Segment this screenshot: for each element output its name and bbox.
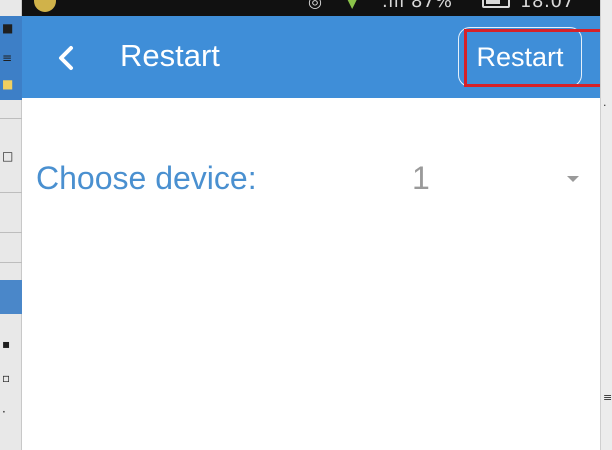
background-divider xyxy=(0,192,22,193)
background-glyph: ▪ xyxy=(2,337,11,351)
phone-screen: ◎ ▼ .ııı 87% 18:07 Restart Restart Choos… xyxy=(22,0,600,450)
app-toolbar: Restart Restart xyxy=(22,16,600,98)
back-button[interactable] xyxy=(46,36,86,80)
background-window-right: · ≡ xyxy=(600,0,612,450)
restart-button[interactable]: Restart xyxy=(458,27,582,87)
signal-indicator-icon: ▼ xyxy=(346,0,359,11)
background-window-left: ■ ≡ ■ □ ▪ ▫ · xyxy=(0,0,22,450)
status-bar: ◎ ▼ .ııı 87% 18:07 xyxy=(22,0,600,16)
dropdown-arrow-icon xyxy=(567,176,579,182)
restart-button-label: Restart xyxy=(476,41,564,72)
background-glyph: ▫ xyxy=(2,371,11,385)
background-glyph: □ xyxy=(2,149,14,163)
background-glyph: · xyxy=(603,99,607,112)
background-divider xyxy=(0,232,22,233)
background-glyph: ≡ xyxy=(603,391,612,404)
device-select[interactable]: 1 xyxy=(400,150,585,206)
background-blue-chip xyxy=(0,280,22,314)
status-indicators: .ııı 87% xyxy=(382,0,453,12)
background-glyph: ≡ xyxy=(2,51,13,65)
background-divider xyxy=(0,118,22,119)
background-glyph: · xyxy=(2,405,6,419)
background-glyph: ■ xyxy=(2,21,14,35)
choose-device-label: Choose device: xyxy=(36,160,257,196)
background-divider xyxy=(0,262,22,263)
device-select-value: 1 xyxy=(412,160,430,196)
background-glyph: ■ xyxy=(2,77,14,91)
status-time: 18:07 xyxy=(520,0,575,12)
screenshot-stage: ■ ≡ ■ □ ▪ ▫ · · ≡ ◎ ▼ .ııı 87% 18:07 Res… xyxy=(0,0,612,450)
chevron-left-icon xyxy=(59,46,73,70)
page-title: Restart xyxy=(120,38,220,73)
restart-form: Choose device: 1 xyxy=(22,98,600,450)
alarm-icon: ◎ xyxy=(308,0,322,11)
battery-icon xyxy=(482,0,510,8)
notification-icon xyxy=(34,0,56,12)
